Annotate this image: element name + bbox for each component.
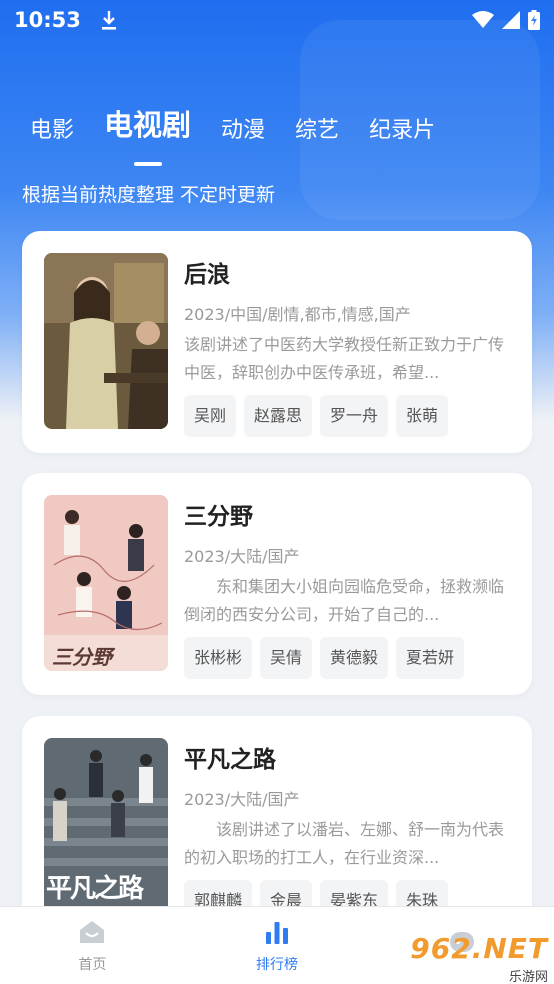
card-description: 该剧讲述了中医药大学教授任新正致力于广传中医，辞职创办中医传承班，希望... [184, 335, 505, 382]
card-title: 后浪 [184, 262, 230, 288]
ranking-card[interactable]: 三分野 三分野 2023/大陆/国产 东和集团大小姐向园临危受命，拯救濒临倒闭的… [22, 473, 532, 695]
ranking-subtitle: 根据当前热度整理 不定时更新 [22, 184, 276, 206]
signal-icon [502, 11, 520, 29]
card-info: 三分野 2023/大陆/国产 东和集团大小姐向园临危受命，拯救濒临倒闭的西安分公… [184, 497, 514, 679]
cast-tags: 张彬彬 吴倩 黄德毅 夏若妍 [184, 637, 514, 679]
card-title: 三分野 [184, 504, 253, 530]
tab-movie[interactable]: 电影 [30, 112, 74, 150]
cast-tag[interactable]: 吴倩 [260, 637, 313, 679]
poster-title: 平凡之路 [46, 874, 144, 904]
tab-tv-series[interactable]: 电视剧 [104, 102, 191, 166]
watermark-logo: 962.NET [410, 932, 548, 965]
battery-icon [528, 10, 540, 30]
watermark: 962.NET 乐游网 [408, 932, 548, 984]
poster-image: 平凡之路 [44, 738, 168, 914]
card-meta: 2023/大陆/国产 [184, 790, 300, 809]
cast-tag[interactable]: 张萌 [396, 395, 449, 437]
cast-tags: 吴刚 赵露思 罗一舟 张萌 [184, 395, 514, 437]
card-meta: 2023/大陆/国产 [184, 547, 300, 566]
card-info: 平凡之路 2023/大陆/国产 该剧讲述了以潘岩、左娜、舒一南为代表的初入职场的… [184, 740, 514, 922]
card-description: 该剧讲述了以潘岩、左娜、舒一南为代表的初入职场的打工人，在行业资深... [184, 820, 505, 867]
tab-documentary[interactable]: 纪录片 [369, 112, 435, 150]
status-time: 10:53 [14, 8, 81, 32]
card-meta: 2023/中国/剧情,都市,情感,国产 [184, 305, 411, 324]
nav-home[interactable]: 首页 [0, 907, 185, 984]
wifi-icon [472, 11, 494, 28]
cast-tag[interactable]: 黄德毅 [320, 637, 389, 679]
category-tabs: 电影 电视剧 动漫 综艺 纪录片 [0, 90, 554, 166]
poster-title: 三分野 [52, 645, 112, 669]
download-icon [101, 11, 116, 30]
cast-tag[interactable]: 赵露思 [244, 395, 313, 437]
nav-ranking[interactable]: 排行榜 [185, 907, 370, 984]
cast-tag[interactable]: 夏若妍 [396, 637, 465, 679]
tab-anime[interactable]: 动漫 [221, 112, 265, 150]
ranking-card[interactable]: 平凡之路 平凡之路 2023/大陆/国产 该剧讲述了以潘岩、左娜、舒一南为代表的… [22, 716, 532, 938]
poster-image: 三分野 [44, 495, 168, 671]
status-bar: 10:53 [0, 0, 554, 40]
nav-home-label: 首页 [78, 956, 107, 973]
ranking-card[interactable]: 后浪 2023/中国/剧情,都市,情感,国产 该剧讲述了中医药大学教授任新正致力… [22, 231, 532, 453]
tab-variety[interactable]: 综艺 [295, 112, 339, 150]
card-info: 后浪 2023/中国/剧情,都市,情感,国产 该剧讲述了中医药大学教授任新正致力… [184, 255, 514, 437]
cast-tag[interactable]: 罗一舟 [320, 395, 389, 437]
nav-ranking-label: 排行榜 [256, 956, 298, 973]
cast-tag[interactable]: 吴刚 [184, 395, 237, 437]
home-icon [80, 920, 105, 943]
bar-chart-icon [266, 921, 288, 944]
card-title: 平凡之路 [184, 747, 276, 773]
cast-tag[interactable]: 张彬彬 [184, 637, 253, 679]
watermark-text: 乐游网 [508, 970, 548, 984]
card-description: 东和集团大小姐向园临危受命，拯救濒临倒闭的西安分公司，开始了自己的... [184, 577, 505, 624]
poster-image [44, 253, 168, 429]
